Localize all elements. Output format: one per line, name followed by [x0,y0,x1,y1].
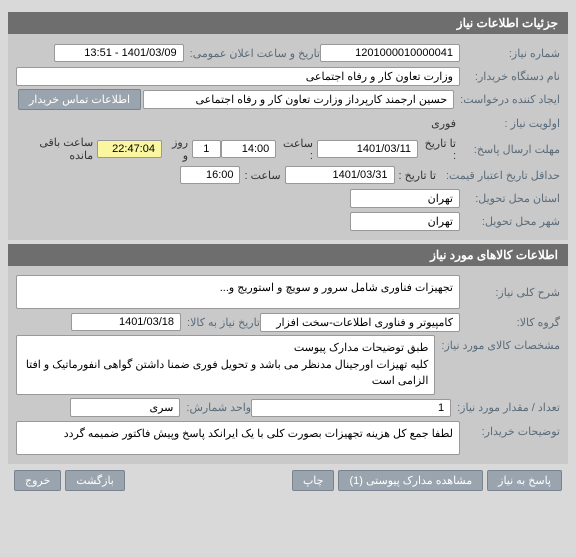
need-date-value: 1401/03/18 [71,313,181,331]
section-goods: شرح کلی نیاز: تجهیزات فناوری شامل سرور و… [8,266,568,464]
section-need-details-header: جزئیات اطلاعات نیاز [8,12,568,34]
need-desc-value: تجهیزات فناوری شامل سرور و سویچ و استوری… [16,275,460,309]
goods-group-value: کامپیوتر و فناوری اطلاعات-سخت افزار [260,313,460,332]
buyer-notes-label: توضیحات خریدار: [460,421,560,438]
price-valid-label: حداقل تاریخ اعتبار قیمت: [440,169,560,182]
footer-group-left: بازگشت خروج [12,470,127,491]
countdown-value: 22:47:04 [97,140,162,158]
need-number-value: 1201000010000041 [320,44,460,62]
qty-value: 1 [251,399,451,417]
goods-group-label: گروه کالا: [460,316,560,329]
row-goods-group: گروه کالا: کامپیوتر و فناوری اطلاعات-سخت… [16,312,560,332]
announce-label: تاریخ و ساعت اعلان عمومی: [184,47,320,60]
goods-specs-value: طبق توضیحات مدارک پیوست کلیه تهیزات اورج… [16,335,435,395]
need-number-label: شماره نیاز: [460,47,560,60]
reply-deadline-label: مهلت ارسال پاسخ: [460,143,560,156]
buyer-label: نام دستگاه خریدار: [460,70,560,83]
countdown-label: ساعت باقی مانده [16,136,97,162]
to-date-label: تا تاریخ : [418,137,460,162]
days-remaining-value: 1 [192,140,221,158]
buyer-notes-value: لطفا جمع کل هزینه تجهیزات بصورت کلی با ی… [16,421,460,455]
price-valid-time-label: ساعت : [240,169,284,182]
requester-value: حسین ارجمند کارپرداز وزارت تعاون کار و ر… [143,90,454,109]
buyer-value: وزارت تعاون کار و رفاه اجتماعی [16,67,460,86]
footer-group-right: پاسخ به نیاز مشاهده مدارک پیوستی (1) چاپ [290,470,564,491]
reply-to-need-button[interactable]: پاسخ به نیاز [487,470,562,491]
days-label: روز و [162,136,192,162]
priority-value: فوری [427,117,460,130]
contact-buyer-button[interactable]: اطلاعات تماس خریدار [18,89,141,110]
price-valid-time-value: 16:00 [180,166,240,184]
row-delivery-province: استان محل تحویل: تهران [16,188,560,208]
section-need-details: شماره نیاز: 1201000010000041 تاریخ و ساع… [8,34,568,240]
price-valid-date-value: 1401/03/31 [285,166,395,184]
row-need-number: شماره نیاز: 1201000010000041 تاریخ و ساع… [16,43,560,63]
reply-time-value: 14:00 [221,140,277,158]
exit-button[interactable]: خروج [14,470,61,491]
row-qty: تعداد / مقدار مورد نیاز: 1 واحد شمارش: س… [16,398,560,418]
qty-label: تعداد / مقدار مورد نیاز: [451,401,560,414]
footer-toolbar: پاسخ به نیاز مشاهده مدارک پیوستی (1) چاپ… [8,464,568,497]
reply-date-value: 1401/03/11 [317,140,418,158]
row-goods-specs: مشخصات کالای مورد نیاز: طبق توضیحات مدار… [16,335,560,395]
need-date-label: تاریخ نیاز به کالا: [181,316,260,329]
announce-value: 1401/03/09 - 13:51 [54,44,184,62]
unit-value: سری [70,398,180,417]
row-reply-deadline: مهلت ارسال پاسخ: تا تاریخ : 1401/03/11 س… [16,136,560,162]
price-valid-to-label: تا تاریخ : [395,169,440,182]
delivery-city-label: شهر محل تحویل: [460,215,560,228]
delivery-province-value: تهران [350,189,460,208]
priority-label: اولویت نیاز : [460,117,560,130]
delivery-city-value: تهران [350,212,460,231]
need-desc-label: شرح کلی نیاز: [460,286,560,299]
view-attachments-button[interactable]: مشاهده مدارک پیوستی (1) [338,470,483,491]
unit-label: واحد شمارش: [180,401,251,414]
row-buyer-notes: توضیحات خریدار: لطفا جمع کل هزینه تجهیزا… [16,421,560,455]
requester-label: ایجاد کننده درخواست: [454,93,560,106]
delivery-province-label: استان محل تحویل: [460,192,560,205]
section-goods-header: اطلاعات کالاهای مورد نیاز [8,244,568,266]
row-buyer: نام دستگاه خریدار: وزارت تعاون کار و رفا… [16,66,560,86]
row-requester: ایجاد کننده درخواست: حسین ارجمند کارپردا… [16,89,560,110]
row-delivery-city: شهر محل تحویل: تهران [16,211,560,231]
print-button[interactable]: چاپ [292,470,335,491]
reply-time-label: ساعت : [276,137,317,162]
back-button[interactable]: بازگشت [65,470,125,491]
goods-specs-label: مشخصات کالای مورد نیاز: [435,335,560,352]
row-priority: اولویت نیاز : فوری [16,113,560,133]
row-price-validity: حداقل تاریخ اعتبار قیمت: تا تاریخ : 1401… [16,165,560,185]
row-need-desc: شرح کلی نیاز: تجهیزات فناوری شامل سرور و… [16,275,560,309]
